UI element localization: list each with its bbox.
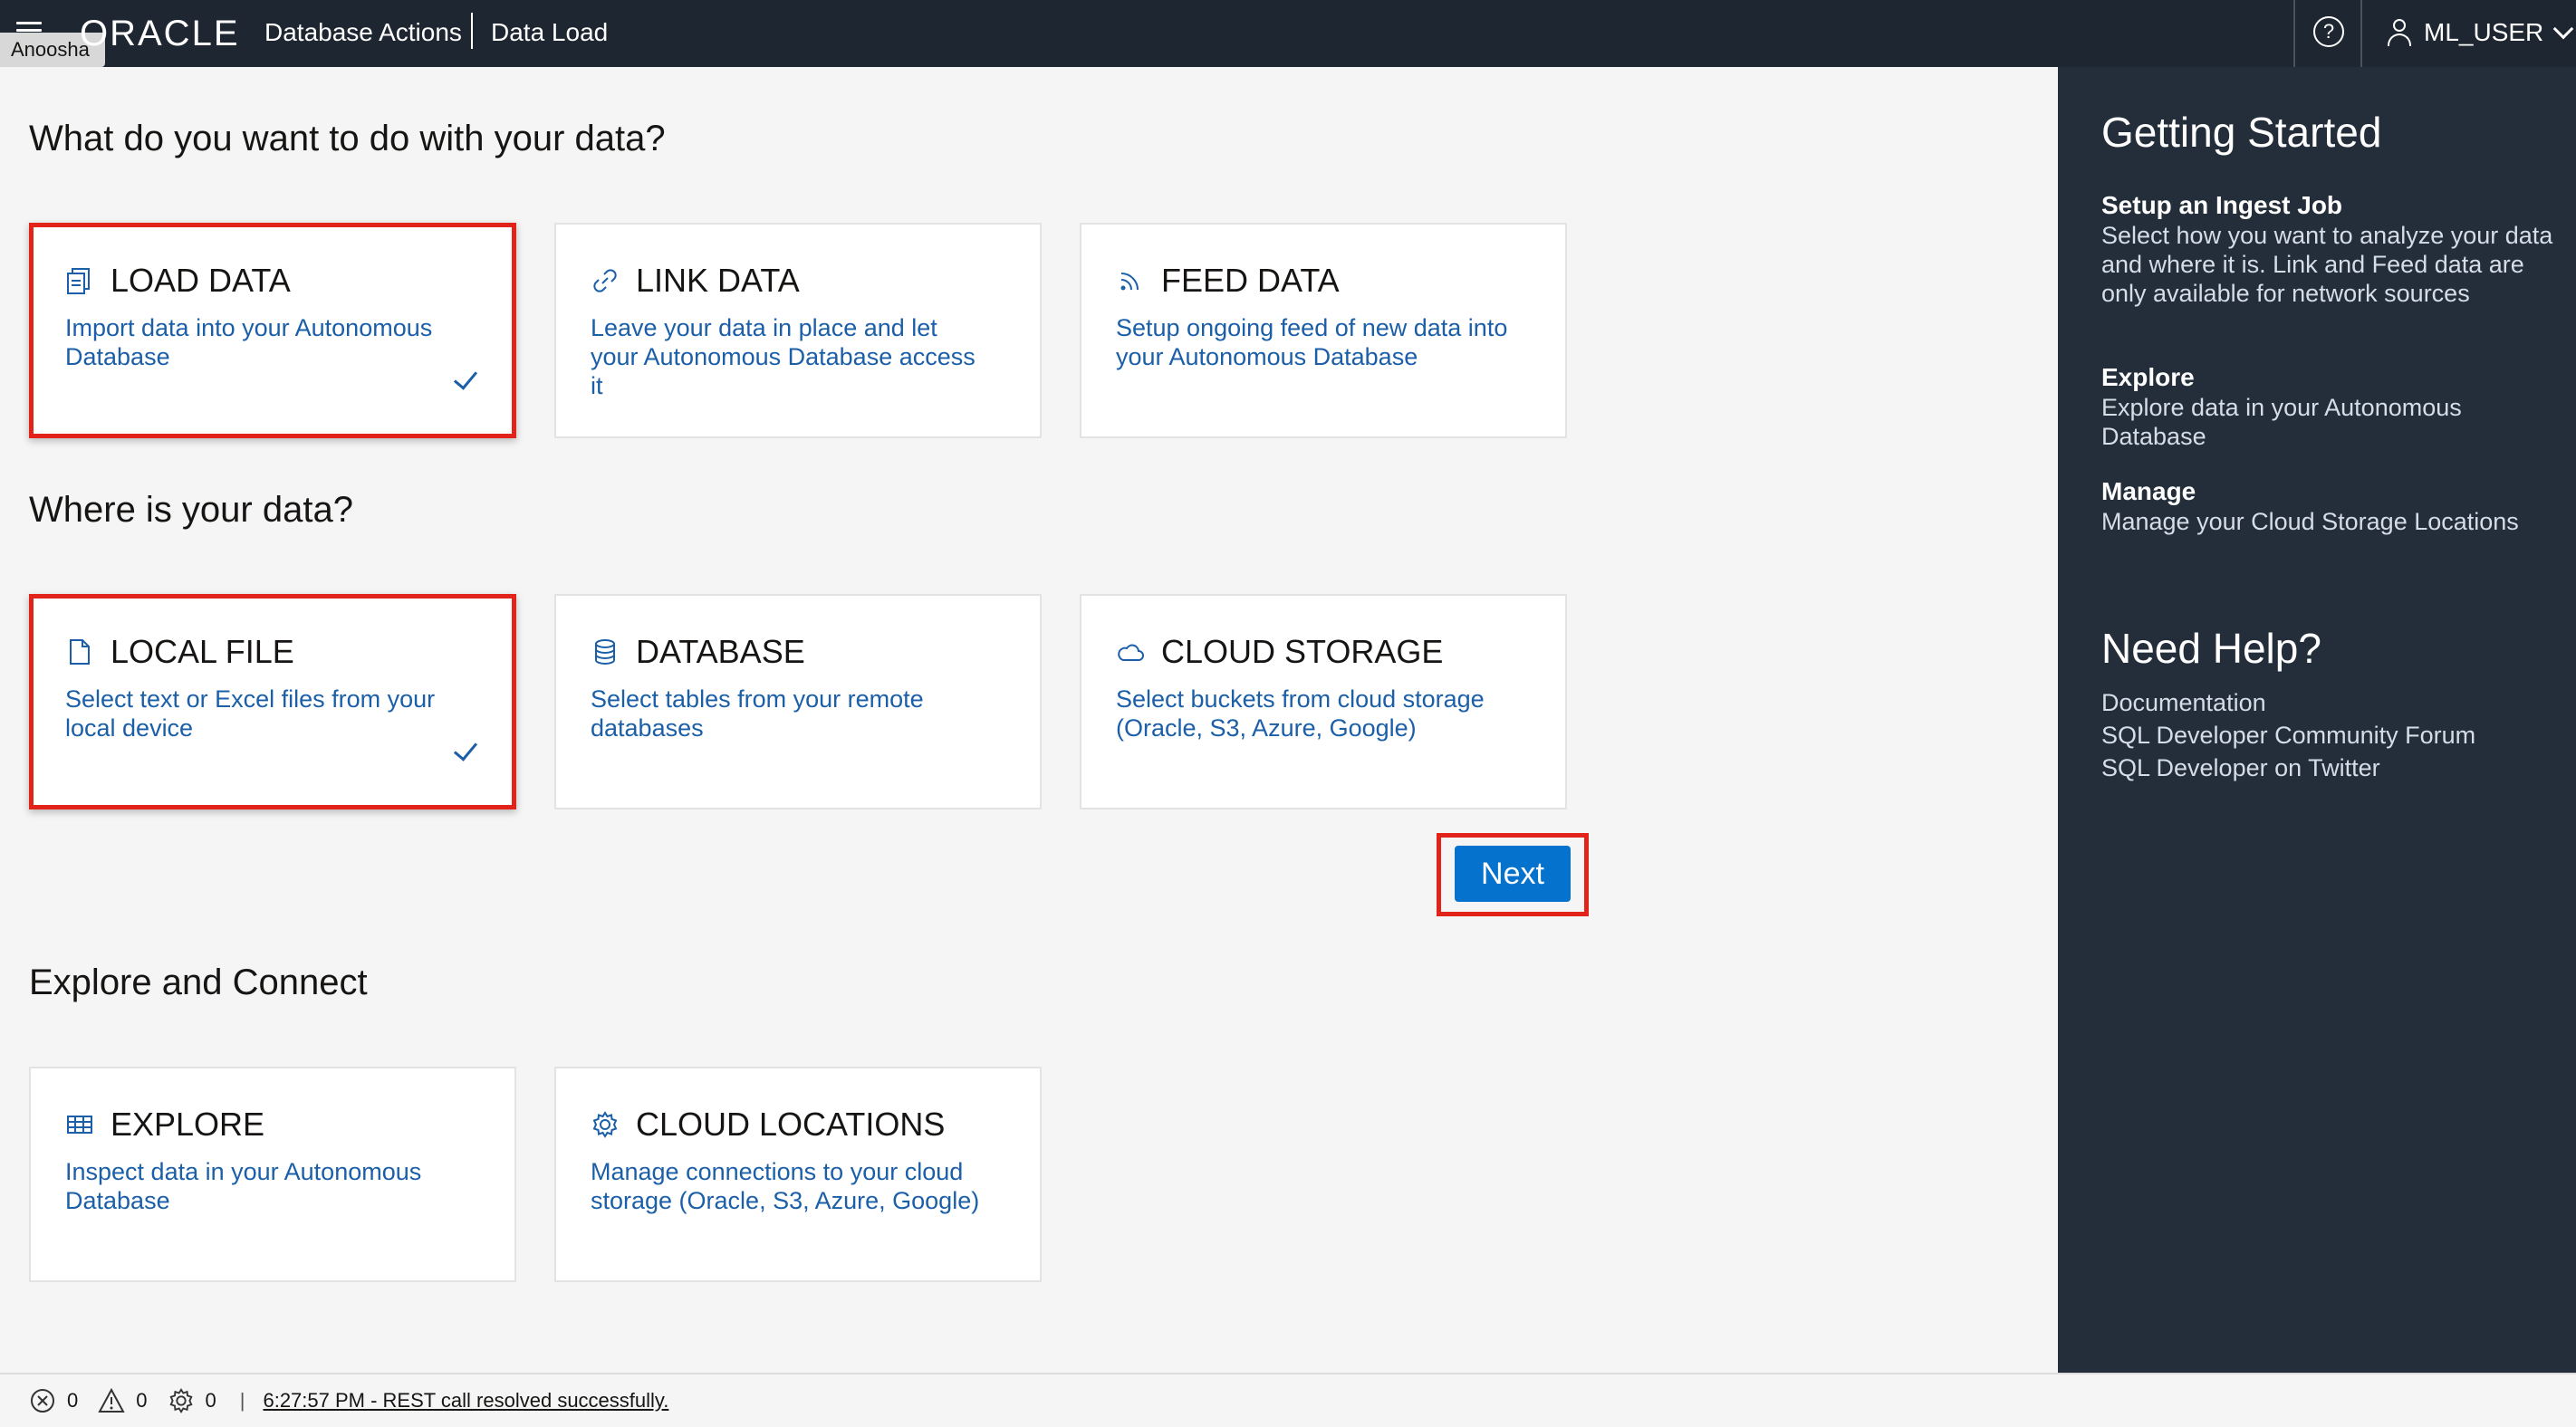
app-header: Anoosha ORACLE Database Actions Data Loa… [0, 0, 2576, 67]
side-item-explore: Explore Explore data in your Autonomous … [2101, 362, 2572, 451]
cloud-icon [1118, 644, 1144, 661]
error-count-value: 0 [67, 1389, 79, 1412]
warning-icon [98, 1387, 125, 1413]
status-bar: 0 0 0 | 6:27:57 PM - REST call resolved … [0, 1373, 2576, 1427]
side-item-text[interactable]: Manage your Cloud Storage Locations [2101, 507, 2572, 536]
section-title-where: Where is your data? [29, 490, 353, 530]
help-icon[interactable]: ? [2313, 16, 2344, 47]
card-title: LOCAL FILE [111, 633, 294, 670]
side-item-title: Manage [2101, 477, 2196, 505]
app-title[interactable]: Database Actions [264, 16, 462, 49]
title-separator [471, 13, 473, 49]
page-name: Data Load [491, 18, 609, 46]
card-description: Leave your data in place and let your Au… [591, 314, 976, 399]
card-title: CLOUD LOCATIONS [636, 1106, 946, 1143]
task-count-value: 0 [205, 1389, 216, 1412]
need-help-heading: Need Help? [2101, 625, 2321, 672]
card-title: EXPLORE [111, 1106, 265, 1143]
community-forum-link[interactable]: SQL Developer Community Forum [2101, 719, 2572, 752]
feed-icon [1120, 273, 1139, 291]
side-item-text: Explore data in your Autonomous Database [2101, 394, 2462, 450]
help-side-panel: Getting Started Setup an Ingest Job Sele… [2058, 67, 2576, 1373]
oracle-logo: ORACLE [80, 14, 240, 53]
section-title-explore: Explore and Connect [29, 963, 368, 1002]
card-title: LOAD DATA [111, 262, 291, 299]
card-title: CLOUD STORAGE [1161, 633, 1444, 670]
side-item-ingest: Setup an Ingest Job Select how you want … [2101, 190, 2572, 308]
error-count[interactable]: 0 [29, 1387, 78, 1414]
card-title: FEED DATA [1161, 262, 1340, 299]
copy-icon [67, 268, 90, 294]
card-explore[interactable]: EXPLORE Inspect data in your Autonomous … [29, 1067, 516, 1282]
header-divider [2293, 0, 2295, 67]
gear-icon [592, 1111, 618, 1138]
side-item-title: Explore [2101, 363, 2195, 391]
side-item-text: Select how you want to analyze your data… [2101, 222, 2553, 307]
card-description: Select tables from your remote databases [591, 685, 924, 742]
user-menu-button[interactable]: ML_USER [2386, 13, 2574, 53]
twitter-link[interactable]: SQL Developer on Twitter [2101, 752, 2572, 784]
card-description: Import data into your Autonomous Databas… [65, 314, 433, 370]
link-icon [593, 269, 617, 292]
card-description: Manage connections to your cloud storage… [591, 1158, 980, 1214]
side-item-manage: Manage Manage your Cloud Storage Locatio… [2101, 476, 2572, 536]
status-message-link[interactable]: 6:27:57 PM - REST call resolved successf… [263, 1389, 668, 1413]
documentation-link[interactable]: Documentation [2101, 686, 2572, 719]
side-item-title: Setup an Ingest Job [2101, 191, 2343, 219]
card-title: DATABASE [636, 633, 805, 670]
error-icon [31, 1389, 54, 1413]
warning-count[interactable]: 0 [98, 1387, 148, 1414]
card-description: Setup ongoing feed of new data into your… [1116, 314, 1508, 370]
card-description: Select buckets from cloud storage (Oracl… [1116, 685, 1485, 742]
card-description: Inspect data in your Autonomous Database [65, 1158, 422, 1214]
next-button[interactable]: Next [1455, 846, 1571, 902]
card-link-data[interactable]: LINK DATA Leave your data in place and l… [554, 223, 1042, 438]
card-load-data[interactable]: LOAD DATA Import data into your Autonomo… [29, 223, 516, 438]
card-cloud-locations[interactable]: CLOUD LOCATIONS Manage connections to yo… [554, 1067, 1042, 1282]
card-feed-data[interactable]: FEED DATA Setup ongoing feed of new data… [1080, 223, 1567, 438]
database-icon [595, 639, 615, 665]
chevron-down-icon [2552, 18, 2574, 40]
file-icon [70, 639, 90, 665]
card-cloud-storage[interactable]: CLOUD STORAGE Select buckets from cloud … [1080, 594, 1567, 809]
warning-count-value: 0 [136, 1389, 148, 1412]
task-count[interactable]: 0 [168, 1387, 216, 1414]
header-divider [2360, 0, 2362, 67]
getting-started-heading: Getting Started [2101, 109, 2382, 156]
card-title: LINK DATA [636, 262, 800, 299]
user-icon [2386, 17, 2413, 48]
help-links: Documentation SQL Developer Community Fo… [2101, 686, 2572, 784]
user-name: ML_USER [2424, 18, 2544, 46]
status-separator: | [239, 1389, 245, 1412]
table-icon [67, 1116, 92, 1134]
card-local-file[interactable]: LOCAL FILE Select text or Excel files fr… [29, 594, 516, 809]
section-title-what: What do you want to do with your data? [29, 119, 666, 158]
gear-icon [168, 1388, 193, 1413]
card-database[interactable]: DATABASE Select tables from your remote … [554, 594, 1042, 809]
card-description: Select text or Excel files from your loc… [65, 685, 436, 742]
